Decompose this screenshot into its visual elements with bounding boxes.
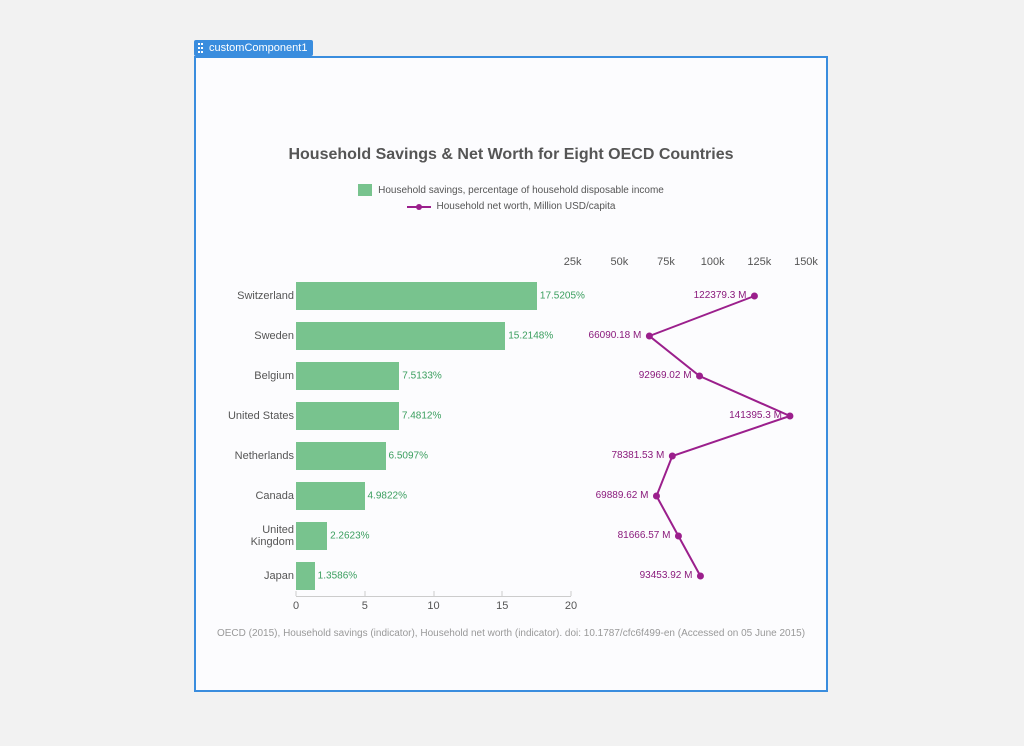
top-tick-label: 75k	[657, 256, 675, 268]
legend-item-line: Household net worth, Million USD/capita	[407, 201, 616, 212]
networth-value-label: 92969.02 M	[639, 370, 692, 381]
networth-top-axis: 25k50k75k100k125k150k	[526, 256, 806, 272]
top-tick-label: 125k	[747, 256, 771, 268]
category-label: Sweden	[218, 330, 294, 342]
x-tick-label: 0	[293, 600, 299, 612]
category-label: United States	[218, 410, 294, 422]
legend-swatch-line-icon	[407, 203, 431, 211]
top-tick-label: 25k	[564, 256, 582, 268]
bar-value-label: 6.5097%	[389, 451, 428, 462]
category-label: United Kingdom	[218, 524, 294, 548]
bar-value-label: 2.2623%	[330, 531, 369, 542]
x-tick-label: 15	[496, 600, 508, 612]
bar	[296, 322, 505, 350]
networth-value-label: 141395.3 M	[729, 410, 782, 421]
stage: customComponent1 Household Savings & Net…	[0, 0, 1024, 746]
networth-value-label: 66090.18 M	[589, 330, 642, 341]
chart-area: Household Savings & Net Worth for Eight …	[216, 78, 806, 670]
networth-value-label: 81666.57 M	[618, 530, 671, 541]
bar	[296, 562, 315, 590]
top-tick-label: 150k	[794, 256, 818, 268]
legend-item-bar: Household savings, percentage of househo…	[358, 184, 664, 196]
legend-label-line: Household net worth, Million USD/capita	[437, 201, 616, 212]
networth-value-label: 122379.3 M	[694, 290, 747, 301]
line-labels: 122379.3 M 66090.18 M 92969.02 M 141395.3 M…	[526, 276, 806, 596]
chart-title: Household Savings & Net Worth for Eight …	[216, 146, 806, 164]
category-label: Switzerland	[218, 290, 294, 302]
legend-label-bar: Household savings, percentage of househo…	[378, 185, 664, 196]
bar	[296, 282, 537, 310]
networth-value-label: 78381.53 M	[611, 450, 664, 461]
custom-component-frame[interactable]: Household Savings & Net Worth for Eight …	[194, 56, 828, 692]
bar-value-label: 1.3586%	[318, 571, 357, 582]
networth-value-label: 69889.62 M	[596, 490, 649, 501]
bar-x-axis-line	[296, 596, 571, 597]
component-tag[interactable]: customComponent1	[194, 40, 313, 56]
x-tick-label: 20	[565, 600, 577, 612]
bar-value-label: 7.5133%	[402, 371, 441, 382]
x-tick-label: 5	[362, 600, 368, 612]
bar-value-label: 4.9822%	[368, 491, 407, 502]
bar-x-axis: 05101520	[296, 596, 571, 616]
category-label: Belgium	[218, 370, 294, 382]
bar	[296, 442, 386, 470]
x-tick-label: 10	[427, 600, 439, 612]
top-tick-label: 50k	[610, 256, 628, 268]
drag-grip-icon[interactable]	[198, 43, 206, 53]
bar	[296, 522, 327, 550]
bar-value-label: 7.4812%	[402, 411, 441, 422]
component-tag-label: customComponent1	[209, 42, 307, 54]
bar	[296, 402, 399, 430]
legend-swatch-bar-icon	[358, 184, 372, 196]
category-label: Canada	[218, 490, 294, 502]
category-label: Japan	[218, 570, 294, 582]
category-label: Netherlands	[218, 450, 294, 462]
networth-value-label: 93453.92 M	[640, 570, 693, 581]
chart-caption: OECD (2015), Household savings (indicato…	[216, 628, 806, 639]
top-tick-label: 100k	[701, 256, 725, 268]
chart-legend: Household savings, percentage of househo…	[216, 182, 806, 214]
bar	[296, 482, 365, 510]
bar	[296, 362, 399, 390]
